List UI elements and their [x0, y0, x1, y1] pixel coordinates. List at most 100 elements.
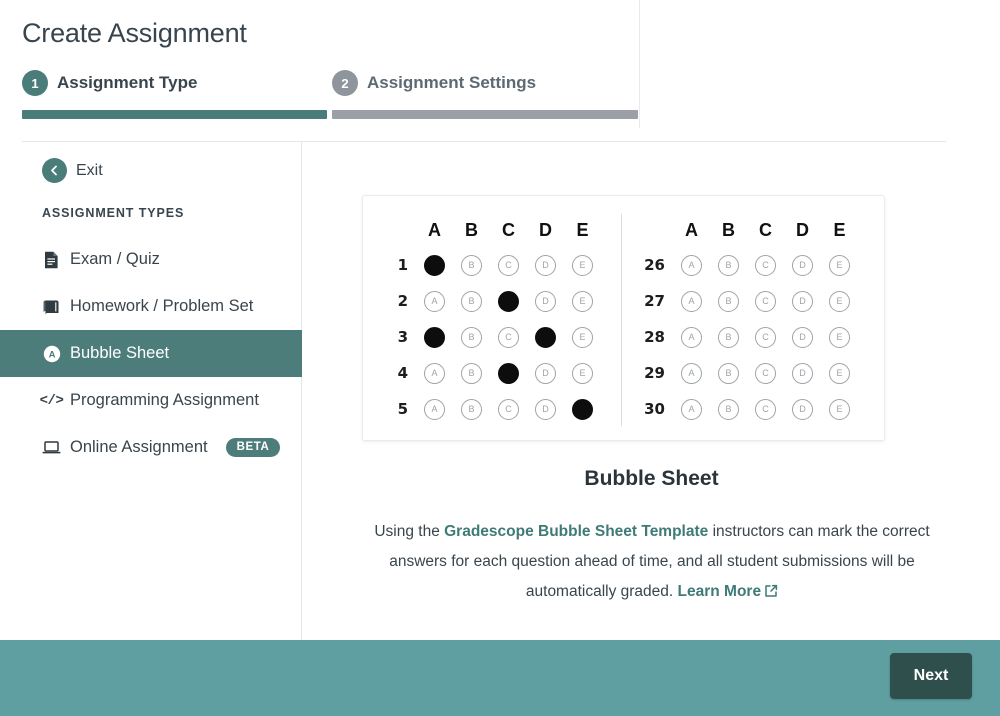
bubble-cell[interactable]: E	[564, 362, 601, 384]
bubble-cell[interactable]: A	[416, 398, 453, 420]
bubble-empty[interactable]: A	[424, 362, 445, 384]
bubble-cell[interactable]: D	[527, 326, 564, 348]
step-assignment-type[interactable]: 1 Assignment Type	[22, 70, 197, 96]
bubble-cell[interactable]: C	[747, 398, 784, 420]
bubble-empty[interactable]: D	[792, 362, 813, 384]
bubble-cell[interactable]: D	[784, 398, 821, 420]
exit-button[interactable]: Exit	[42, 158, 103, 183]
bubble-cell[interactable]: E	[821, 326, 858, 348]
bubble-cell[interactable]: E	[564, 398, 601, 420]
bubble-empty[interactable]: A	[681, 326, 702, 348]
sidebar-item-exam-quiz[interactable]: Exam / Quiz	[0, 236, 302, 283]
bubble-empty[interactable]: B	[718, 290, 739, 312]
bubble-cell[interactable]: A	[673, 326, 710, 348]
sidebar-item-bubble-sheet[interactable]: A Bubble Sheet	[0, 330, 302, 377]
bubble-empty[interactable]: C	[755, 398, 776, 420]
bubble-cell[interactable]: D	[527, 362, 564, 384]
bubble-cell[interactable]: A	[416, 290, 453, 312]
sidebar-item-online-assignment[interactable]: Online Assignment BETA	[0, 424, 302, 471]
bubble-empty[interactable]: B	[718, 398, 739, 420]
bubble-cell[interactable]: E	[564, 326, 601, 348]
bubble-cell[interactable]: B	[710, 290, 747, 312]
bubble-empty[interactable]: B	[461, 362, 482, 384]
bubble-cell[interactable]: B	[453, 398, 490, 420]
bubble-empty[interactable]: E	[829, 326, 850, 348]
bubble-cell[interactable]: D	[784, 326, 821, 348]
bubble-cell[interactable]: D	[784, 254, 821, 276]
bubble-empty[interactable]: C	[755, 362, 776, 384]
bubble-empty[interactable]: E	[829, 254, 850, 276]
bubble-cell[interactable]: E	[821, 398, 858, 420]
bubble-cell[interactable]: E	[564, 290, 601, 312]
bubble-filled[interactable]: A	[424, 254, 445, 276]
bubble-empty[interactable]: C	[755, 290, 776, 312]
bubble-filled[interactable]: C	[498, 290, 519, 312]
bubble-empty[interactable]: B	[718, 254, 739, 276]
bubble-cell[interactable]: B	[453, 362, 490, 384]
bubble-empty[interactable]: D	[535, 254, 556, 276]
bubble-cell[interactable]: C	[747, 362, 784, 384]
sidebar-item-homework[interactable]: Homework / Problem Set	[0, 283, 302, 330]
bubble-cell[interactable]: B	[453, 326, 490, 348]
bubble-sheet-template-link[interactable]: Gradescope Bubble Sheet Template	[444, 523, 708, 540]
bubble-cell[interactable]: C	[747, 326, 784, 348]
bubble-cell[interactable]: C	[490, 290, 527, 312]
bubble-cell[interactable]: C	[747, 290, 784, 312]
bubble-empty[interactable]: A	[681, 290, 702, 312]
bubble-empty[interactable]: C	[755, 326, 776, 348]
bubble-empty[interactable]: C	[755, 254, 776, 276]
bubble-cell[interactable]: A	[416, 254, 453, 276]
bubble-empty[interactable]: D	[792, 290, 813, 312]
bubble-cell[interactable]: A	[673, 290, 710, 312]
bubble-filled[interactable]: C	[498, 362, 519, 384]
bubble-cell[interactable]: C	[747, 254, 784, 276]
bubble-empty[interactable]: D	[792, 254, 813, 276]
bubble-cell[interactable]: A	[416, 326, 453, 348]
bubble-cell[interactable]: A	[673, 362, 710, 384]
bubble-empty[interactable]: C	[498, 254, 519, 276]
bubble-empty[interactable]: A	[681, 362, 702, 384]
bubble-empty[interactable]: A	[681, 254, 702, 276]
step-assignment-settings[interactable]: 2 Assignment Settings	[332, 70, 536, 96]
bubble-cell[interactable]: D	[527, 290, 564, 312]
bubble-empty[interactable]: E	[829, 362, 850, 384]
bubble-empty[interactable]: E	[572, 254, 593, 276]
bubble-empty[interactable]: E	[829, 398, 850, 420]
bubble-filled[interactable]: A	[424, 326, 445, 348]
bubble-cell[interactable]: B	[453, 290, 490, 312]
bubble-empty[interactable]: D	[792, 326, 813, 348]
bubble-cell[interactable]: E	[821, 362, 858, 384]
bubble-empty[interactable]: E	[572, 326, 593, 348]
bubble-cell[interactable]: B	[453, 254, 490, 276]
bubble-empty[interactable]: A	[424, 290, 445, 312]
bubble-empty[interactable]: B	[461, 290, 482, 312]
bubble-cell[interactable]: C	[490, 398, 527, 420]
bubble-empty[interactable]: C	[498, 326, 519, 348]
bubble-cell[interactable]: E	[821, 290, 858, 312]
bubble-cell[interactable]: A	[416, 362, 453, 384]
bubble-empty[interactable]: B	[461, 326, 482, 348]
bubble-cell[interactable]: A	[673, 398, 710, 420]
bubble-cell[interactable]: B	[710, 398, 747, 420]
bubble-cell[interactable]: D	[527, 254, 564, 276]
bubble-cell[interactable]: A	[673, 254, 710, 276]
bubble-empty[interactable]: D	[792, 398, 813, 420]
bubble-cell[interactable]: B	[710, 362, 747, 384]
bubble-empty[interactable]: B	[461, 254, 482, 276]
bubble-filled[interactable]: E	[572, 398, 593, 420]
next-button[interactable]: Next	[890, 653, 972, 699]
bubble-empty[interactable]: E	[829, 290, 850, 312]
bubble-empty[interactable]: E	[572, 362, 593, 384]
bubble-cell[interactable]: E	[564, 254, 601, 276]
bubble-empty[interactable]: A	[424, 398, 445, 420]
bubble-filled[interactable]: D	[535, 326, 556, 348]
bubble-empty[interactable]: B	[461, 398, 482, 420]
bubble-cell[interactable]: E	[821, 254, 858, 276]
bubble-empty[interactable]: C	[498, 398, 519, 420]
bubble-empty[interactable]: E	[572, 290, 593, 312]
bubble-cell[interactable]: D	[527, 398, 564, 420]
bubble-cell[interactable]: C	[490, 326, 527, 348]
bubble-empty[interactable]: D	[535, 290, 556, 312]
bubble-empty[interactable]: B	[718, 362, 739, 384]
bubble-cell[interactable]: D	[784, 362, 821, 384]
